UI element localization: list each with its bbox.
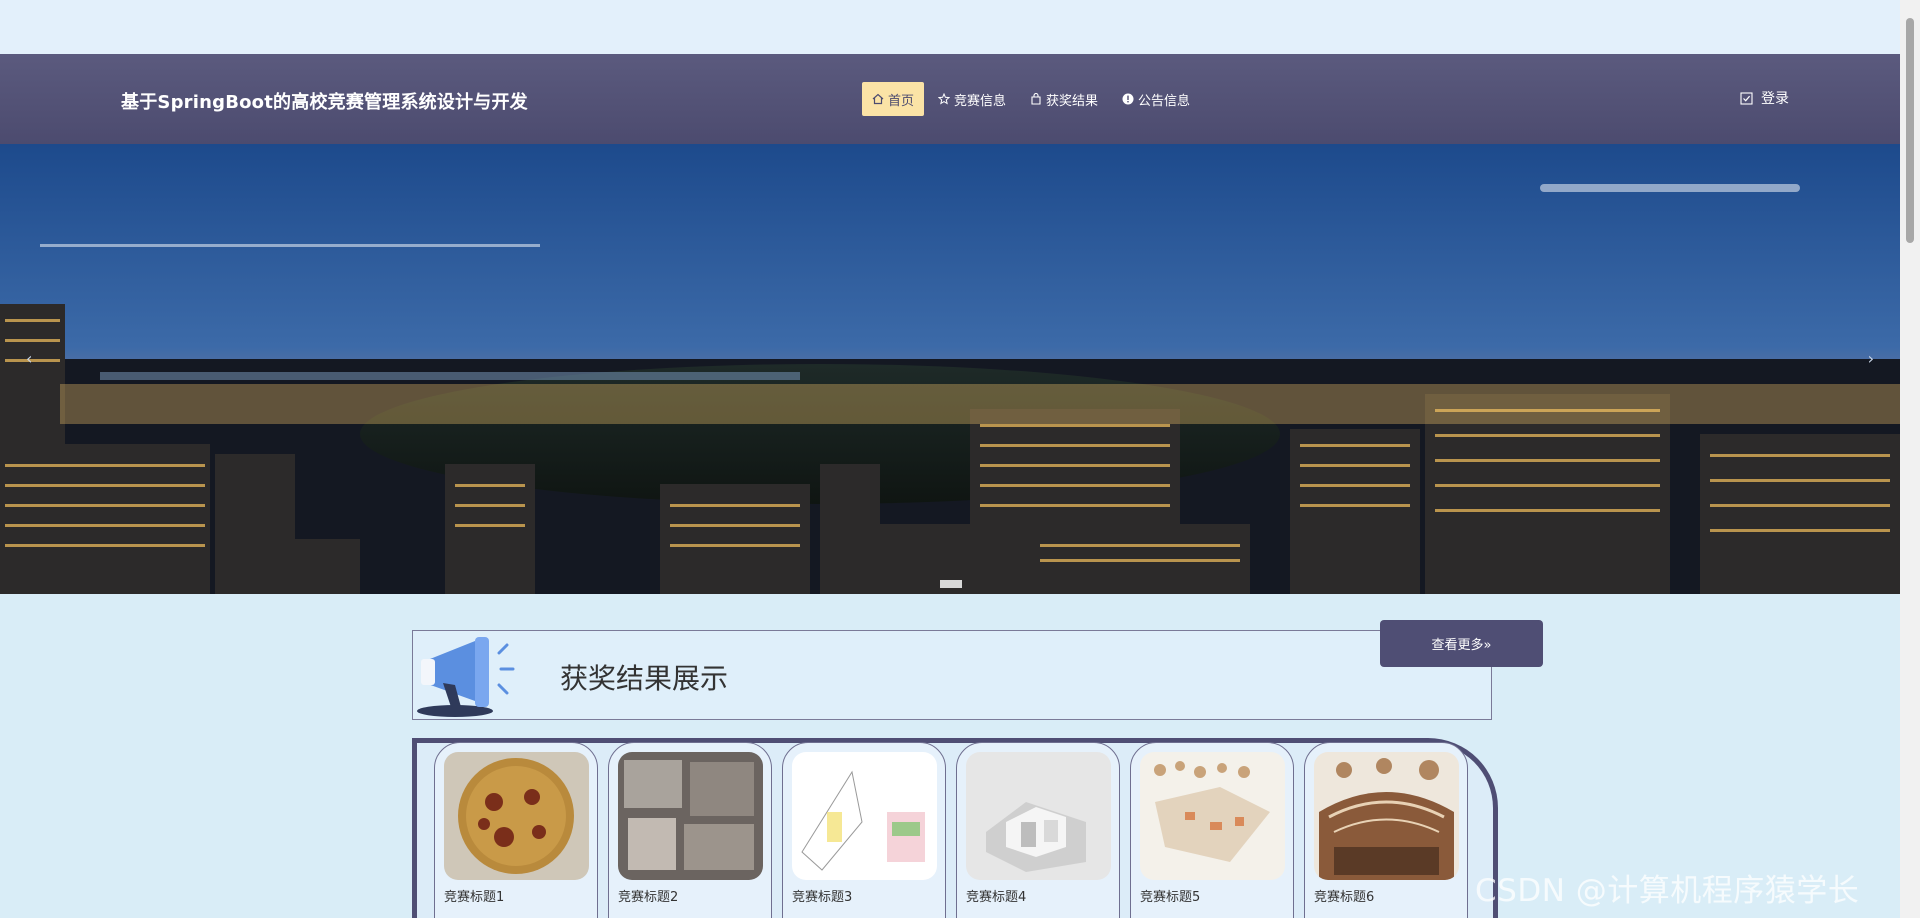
section-title: 获奖结果展示 <box>560 662 729 695</box>
page-scrollbar[interactable] <box>1900 0 1920 918</box>
login-link[interactable]: 登录 <box>1740 88 1789 108</box>
main-nav: 首页 竞赛信息 获奖结果 公告信息 <box>862 82 1204 116</box>
award-card[interactable]: 竞赛标题2 <box>608 742 772 918</box>
awards-section-header: 获奖结果展示 <box>412 630 1492 720</box>
award-card-title: 竞赛标题5 <box>1140 890 1201 905</box>
megaphone-icon <box>417 637 515 717</box>
site-title: 基于SpringBoot的高校竞赛管理系统设计与开发 <box>121 92 528 113</box>
navbar: 基于SpringBoot的高校竞赛管理系统设计与开发 首页 竞赛信息 获奖结果 … <box>0 54 1900 144</box>
award-card[interactable]: 竞赛标题4 <box>956 742 1120 918</box>
city-night-image <box>0 144 1900 594</box>
award-card-title: 竞赛标题3 <box>792 890 853 905</box>
award-card[interactable]: 竞赛标题6 <box>1304 742 1468 918</box>
award-card-image <box>444 752 589 880</box>
view-more-button[interactable]: 查看更多» <box>1380 620 1543 667</box>
award-card-title: 竞赛标题2 <box>618 890 679 905</box>
nav-item-competitions[interactable]: 竞赛信息 <box>928 82 1016 116</box>
award-card-image <box>618 752 763 880</box>
carousel-prev-button[interactable]: ‹ <box>26 349 32 368</box>
award-card[interactable]: 竞赛标题5 <box>1130 742 1294 918</box>
nav-item-notices[interactable]: 公告信息 <box>1112 82 1200 116</box>
award-card-title: 竞赛标题4 <box>966 890 1027 905</box>
info-icon <box>1122 93 1134 105</box>
award-card-image <box>1314 752 1459 880</box>
scrollbar-thumb[interactable] <box>1906 18 1914 243</box>
carousel-indicator[interactable] <box>940 580 962 588</box>
nav-item-label: 获奖结果 <box>1046 93 1099 109</box>
award-card-title: 竞赛标题1 <box>444 890 505 905</box>
nav-item-label: 首页 <box>888 93 915 109</box>
nav-item-label: 公告信息 <box>1138 93 1191 109</box>
hero-carousel[interactable]: ‹ › <box>0 144 1900 594</box>
home-icon <box>872 93 884 105</box>
award-card-title: 竞赛标题6 <box>1314 890 1375 905</box>
bag-icon <box>1031 93 1041 105</box>
login-label: 登录 <box>1761 91 1789 107</box>
star-icon <box>938 93 951 105</box>
nav-item-label: 竞赛信息 <box>954 93 1007 109</box>
award-card[interactable]: 竞赛标题3 <box>782 742 946 918</box>
nav-item-awards[interactable]: 获奖结果 <box>1020 82 1108 116</box>
top-strip <box>0 0 1900 54</box>
award-card-image <box>792 752 937 880</box>
award-card-image <box>966 752 1111 880</box>
award-card[interactable]: 竞赛标题1 <box>434 742 598 918</box>
checkbox-icon <box>1740 91 1753 105</box>
nav-item-home[interactable]: 首页 <box>862 82 925 116</box>
carousel-next-button[interactable]: › <box>1868 349 1874 368</box>
award-card-image <box>1140 752 1285 880</box>
watermark: CSDN @计算机程序猿学长 <box>1475 873 1860 909</box>
